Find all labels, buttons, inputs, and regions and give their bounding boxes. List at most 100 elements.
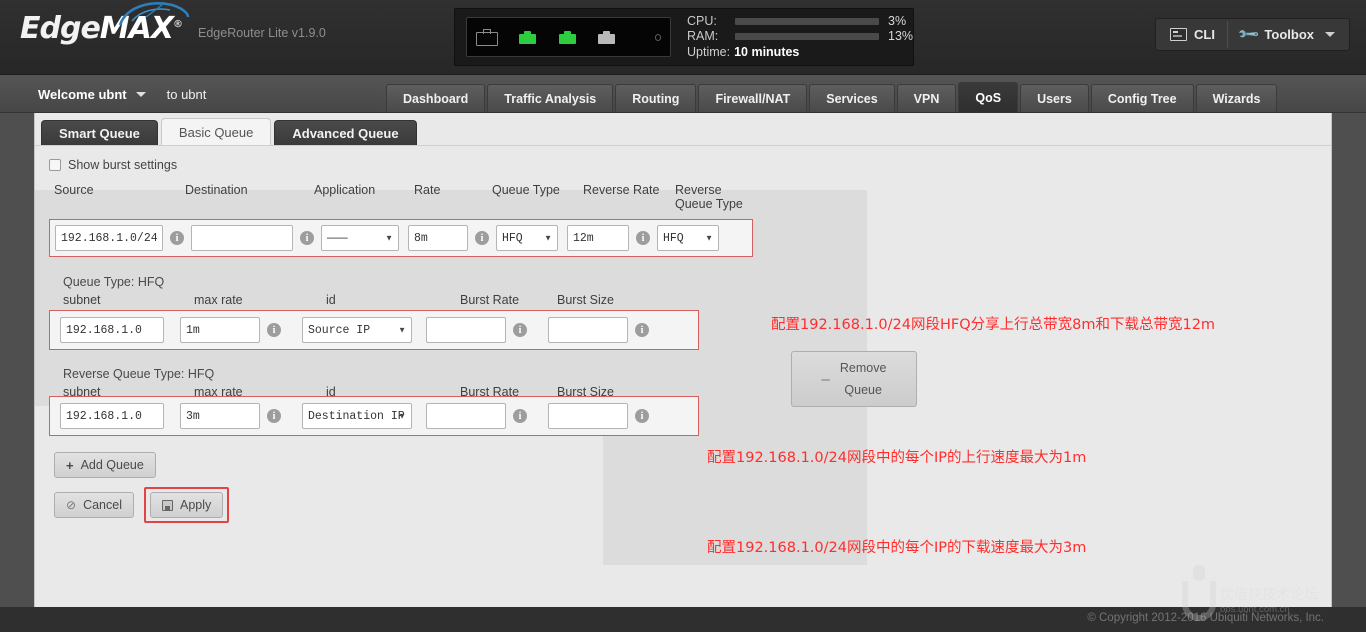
queue-type-labels: subnet max rate id Burst Rate Burst Size bbox=[49, 293, 699, 307]
show-burst-settings-row: Show burst settings bbox=[49, 158, 1317, 172]
reverse-queue-burst-size-input[interactable] bbox=[548, 403, 628, 429]
device-status-panel: CPU: 3% RAM: 13% Uptime: 10 minutes bbox=[454, 8, 914, 66]
rate-info-icon[interactable]: i bbox=[475, 231, 489, 245]
subtab-advanced-queue[interactable]: Advanced Queue bbox=[274, 120, 417, 145]
minus-icon: – bbox=[821, 370, 830, 388]
queue-type-section: Queue Type: HFQ subnet max rate id Burst… bbox=[49, 275, 699, 350]
nav-tab-traffic-analysis[interactable]: Traffic Analysis bbox=[487, 84, 614, 112]
nav-tab-vpn[interactable]: VPN bbox=[896, 84, 957, 112]
label-burst-size: Burst Size bbox=[557, 293, 614, 307]
nav-tab-wizards[interactable]: Wizards bbox=[1195, 84, 1278, 112]
queue-max-rate-input[interactable] bbox=[180, 317, 260, 343]
cpu-stat-row: CPU: 3% bbox=[687, 14, 913, 29]
label-id: id bbox=[326, 385, 336, 399]
application-select[interactable]: ——— bbox=[321, 225, 399, 251]
source-input[interactable] bbox=[55, 225, 163, 251]
annotation-download-per-ip: 配置192.168.1.0/24网段中的每个IP的下载速度最大为3m bbox=[707, 540, 1087, 556]
nav-tab-routing[interactable]: Routing bbox=[615, 84, 697, 112]
nav-tab-qos[interactable]: QoS bbox=[958, 82, 1019, 112]
destination-info-icon[interactable]: i bbox=[300, 231, 314, 245]
welcome-menu[interactable]: Welcome ubnt to ubnt bbox=[38, 75, 206, 113]
brand-edge: Edge bbox=[20, 11, 101, 46]
reverse-queue-type-labels: subnet max rate id Burst Rate Burst Size bbox=[49, 385, 699, 399]
brand-logo: EdgeMAX® EdgeRouter Lite v1.9.0 bbox=[20, 2, 326, 46]
add-queue-label: Add Queue bbox=[80, 458, 144, 472]
device-model: EdgeRouter Lite v1.9.0 bbox=[198, 26, 326, 40]
reverse-queue-type-select-wrap: HFQ bbox=[657, 225, 719, 251]
reverse-queue-max-rate-info-icon[interactable]: i bbox=[267, 409, 281, 423]
remove-queue-line2: Queue bbox=[844, 383, 882, 397]
nav-tab-firewall-nat[interactable]: Firewall/NAT bbox=[698, 84, 808, 112]
nav-tab-services[interactable]: Services bbox=[809, 84, 895, 112]
show-burst-settings-checkbox[interactable] bbox=[49, 159, 61, 171]
application-select-wrap: ——— bbox=[321, 225, 399, 251]
nav-tab-users[interactable]: Users bbox=[1020, 84, 1089, 112]
label-max-rate: max rate bbox=[194, 293, 243, 307]
reverse-queue-type-select[interactable]: HFQ bbox=[657, 225, 719, 251]
subtab-smart-queue[interactable]: Smart Queue bbox=[41, 120, 158, 145]
queue-burst-size-input[interactable] bbox=[548, 317, 628, 343]
queue-burst-size-info-icon[interactable]: i bbox=[635, 323, 649, 337]
cpu-label: CPU: bbox=[687, 14, 717, 28]
destination-input[interactable] bbox=[191, 225, 293, 251]
queue-burst-rate-input[interactable] bbox=[426, 317, 506, 343]
reverse-queue-subnet-input[interactable] bbox=[60, 403, 164, 429]
label-burst-rate: Burst Rate bbox=[460, 293, 520, 307]
annotation-bandwidth: 配置192.168.1.0/24网段HFQ分享上行总带宽8m和下载总带宽12m bbox=[771, 317, 1216, 333]
reverse-queue-type-fields: i Destination IP i i bbox=[49, 396, 699, 436]
apply-button[interactable]: Apply bbox=[149, 492, 224, 518]
queue-type-fields: i Source IP i i bbox=[49, 310, 699, 350]
nav-tab-config-tree[interactable]: Config Tree bbox=[1090, 84, 1194, 112]
queue-burst-rate-info-icon[interactable]: i bbox=[513, 323, 527, 337]
reverse-rate-input[interactable] bbox=[567, 225, 629, 251]
nav-tab-dashboard[interactable]: Dashboard bbox=[386, 84, 486, 112]
queue-type-select-wrap: HFQ bbox=[496, 225, 558, 251]
reverse-queue-burst-rate-input[interactable] bbox=[426, 403, 506, 429]
label-id: id bbox=[326, 293, 336, 307]
ban-icon: ⊘ bbox=[66, 498, 77, 512]
basic-queue-panel: Show burst settings Source Destination A… bbox=[35, 145, 1331, 606]
welcome-label: Welcome ubnt bbox=[38, 86, 127, 102]
queue-subnet-input[interactable] bbox=[60, 317, 164, 343]
column-header-rate: Rate bbox=[414, 183, 441, 197]
ram-stat-row: RAM: 13% bbox=[687, 29, 913, 44]
ram-value: 13% bbox=[888, 29, 914, 43]
reverse-queue-burst-rate-info-icon[interactable]: i bbox=[513, 409, 527, 423]
apply-highlight-box: Apply bbox=[143, 487, 230, 523]
queue-max-rate-info-icon[interactable]: i bbox=[267, 323, 281, 337]
label-burst-rate: Burst Rate bbox=[460, 385, 520, 399]
ram-label: RAM: bbox=[687, 29, 719, 43]
toolbox-button[interactable]: 🔧 Toolbox bbox=[1226, 21, 1347, 48]
queue-type-select[interactable]: HFQ bbox=[496, 225, 558, 251]
cpu-value: 3% bbox=[888, 14, 907, 28]
label-subnet: subnet bbox=[63, 385, 101, 399]
subtab-basic-queue[interactable]: Basic Queue bbox=[160, 118, 272, 145]
queue-id-select-wrap: Source IP bbox=[302, 317, 412, 343]
add-queue-button[interactable]: + Add Queue bbox=[54, 452, 156, 478]
ethernet-port-icon bbox=[476, 28, 498, 46]
reverse-queue-burst-size-info-icon[interactable]: i bbox=[635, 409, 649, 423]
reverse-queue-id-select[interactable]: Destination IP bbox=[302, 403, 412, 429]
column-header-reverse-queue-type: Reverse Queue Type bbox=[675, 183, 743, 211]
source-info-icon[interactable]: i bbox=[170, 231, 184, 245]
column-header-application: Application bbox=[314, 183, 376, 197]
port-led-eth2-icon bbox=[597, 30, 615, 44]
reverse-queue-type-section: Reverse Queue Type: HFQ subnet max rate … bbox=[49, 367, 699, 436]
reverse-queue-id-select-wrap: Destination IP bbox=[302, 403, 412, 429]
column-header-source: Source bbox=[54, 183, 94, 197]
queue-id-select[interactable]: Source IP bbox=[302, 317, 412, 343]
ports-indicator-box bbox=[466, 17, 671, 57]
reverse-rate-info-icon[interactable]: i bbox=[636, 231, 650, 245]
chevron-down-icon bbox=[135, 91, 146, 97]
rate-input[interactable] bbox=[408, 225, 468, 251]
nav-tab-list: Dashboard Traffic Analysis Routing Firewall… bbox=[386, 82, 1278, 112]
reverse-queue-max-rate-input[interactable] bbox=[180, 403, 260, 429]
cli-button[interactable]: CLI bbox=[1158, 21, 1227, 48]
label-subnet: subnet bbox=[63, 293, 101, 307]
remove-queue-button[interactable]: – Remove Queue bbox=[791, 351, 917, 407]
ram-bar-track bbox=[735, 33, 879, 40]
cancel-button[interactable]: ⊘ Cancel bbox=[54, 492, 134, 518]
console-port-icon bbox=[654, 33, 661, 41]
uptime-row: Uptime: 10 minutes bbox=[687, 44, 913, 60]
reverse-queue-type-section-title: Reverse Queue Type: HFQ bbox=[63, 367, 215, 381]
